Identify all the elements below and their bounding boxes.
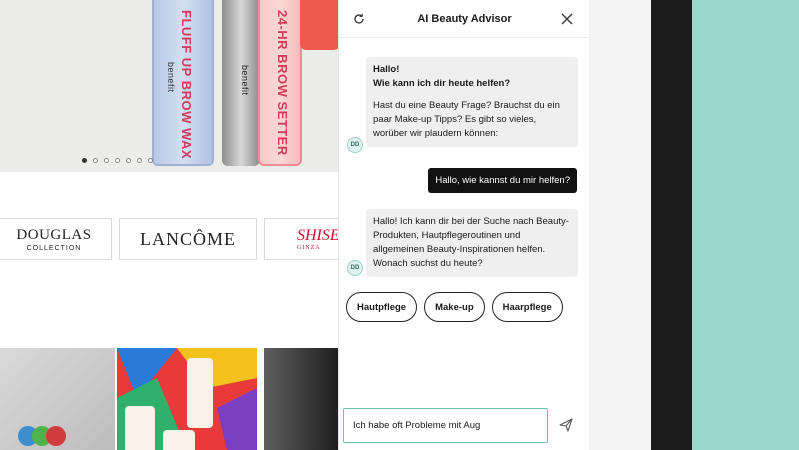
brand-lancome[interactable]: LANCÔME bbox=[119, 218, 257, 260]
hero-banner[interactable]: FLUFF UP BROW WAX benefit benefit 24-HR … bbox=[0, 0, 338, 172]
brand-row: DOUGLAS COLLECTION LANCÔME SHISEI GINZA bbox=[0, 218, 338, 260]
tile-annayake[interactable] bbox=[117, 348, 257, 450]
bot-message: Hallo! Wie kann ich dir heute helfen? Ha… bbox=[366, 57, 578, 147]
product-brand-2: benefit bbox=[240, 65, 250, 96]
brand-subtitle: GINZA bbox=[297, 245, 321, 251]
brand-shiseido[interactable]: SHISEI GINZA bbox=[264, 218, 338, 260]
chip-hautpflege[interactable]: Hautpflege bbox=[346, 292, 418, 322]
message-text: Hallo! Ich kann dir bei der Suche nach B… bbox=[373, 216, 569, 269]
chip-make-up[interactable]: Make-up bbox=[424, 292, 485, 322]
user-message: Hallo, wie kannst du mir helfen? bbox=[428, 168, 577, 193]
product-brand-1: benefit bbox=[166, 62, 176, 93]
carousel-dot[interactable] bbox=[104, 158, 109, 163]
screen: FLUFF UP BROW WAX benefit benefit 24-HR … bbox=[0, 0, 651, 450]
refresh-icon[interactable] bbox=[350, 10, 368, 28]
carousel-dot[interactable] bbox=[115, 158, 120, 163]
carousel-dot[interactable] bbox=[126, 158, 131, 163]
message-input[interactable] bbox=[353, 420, 538, 431]
shop-page: FLUFF UP BROW WAX benefit benefit 24-HR … bbox=[0, 0, 338, 450]
product-brow-setter-tube: benefit bbox=[222, 0, 260, 166]
message-text: Hast du eine Beauty Frage? Brauchst du e… bbox=[373, 100, 560, 139]
bot-message: Hallo! Ich kann dir bei der Suche nach B… bbox=[366, 209, 578, 277]
product-tiles bbox=[0, 348, 338, 450]
carousel-dot[interactable] bbox=[137, 158, 142, 163]
brand-douglas[interactable]: DOUGLAS COLLECTION bbox=[0, 218, 112, 260]
suggestion-chips: Hautpflege Make-up Haarpflege bbox=[346, 292, 563, 322]
carousel-dot[interactable] bbox=[148, 158, 153, 163]
color-swatch-icon bbox=[46, 426, 66, 446]
brand-name: DOUGLAS bbox=[16, 226, 92, 243]
close-icon[interactable] bbox=[558, 10, 576, 28]
carousel-dots[interactable] bbox=[82, 158, 153, 163]
message-input-wrapper bbox=[343, 408, 548, 443]
tile-palette[interactable] bbox=[0, 348, 115, 450]
brand-subtitle: COLLECTION bbox=[26, 244, 82, 252]
product-brush-icon bbox=[300, 0, 338, 50]
greeting-line: Wie kann ich dir heute helfen? bbox=[373, 78, 511, 89]
send-icon[interactable] bbox=[558, 417, 574, 433]
greeting-line: Hallo! bbox=[373, 64, 400, 75]
product-brow-wax: FLUFF UP BROW WAX benefit bbox=[152, 0, 214, 166]
device-frame: FLUFF UP BROW WAX benefit benefit 24-HR … bbox=[0, 0, 692, 450]
chat-panel: AI Beauty Advisor Hallo! Wie kann ich di… bbox=[338, 0, 590, 450]
tile-portrait[interactable] bbox=[264, 348, 338, 450]
chat-header: AI Beauty Advisor bbox=[339, 0, 590, 38]
advisor-avatar: DD bbox=[347, 260, 363, 276]
brand-name: SHISEI bbox=[297, 227, 338, 244]
product-name-brow-wax: FLUFF UP BROW WAX bbox=[179, 10, 194, 160]
background-strip bbox=[589, 0, 651, 450]
chat-title: AI Beauty Advisor bbox=[417, 12, 512, 25]
brand-name: LANCÔME bbox=[140, 228, 236, 249]
carousel-dot[interactable] bbox=[93, 158, 98, 163]
advisor-avatar: DD bbox=[347, 137, 363, 153]
product-name-brow-setter: 24-HR BROW SETTER bbox=[275, 10, 290, 156]
colorful-background-image bbox=[117, 348, 257, 450]
carousel-dot[interactable] bbox=[82, 158, 87, 163]
chip-haarpflege[interactable]: Haarpflege bbox=[491, 292, 563, 322]
product-brow-setter: 24-HR BROW SETTER bbox=[258, 0, 302, 166]
